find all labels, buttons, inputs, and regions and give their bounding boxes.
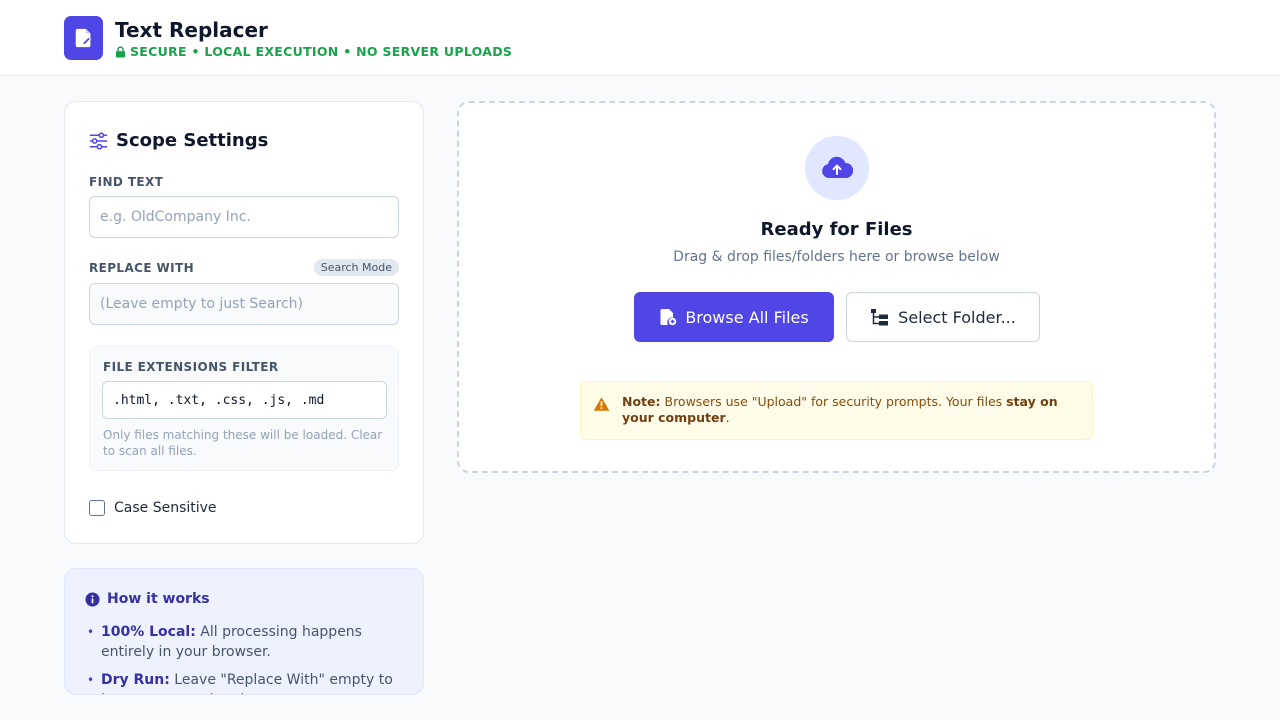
file-edit-icon bbox=[64, 16, 103, 60]
drop-zone-title: Ready for Files bbox=[760, 219, 913, 240]
extensions-filter-help: Only files matching these will be loaded… bbox=[103, 428, 383, 458]
security-text: SECURE • LOCAL EXECUTION • NO SERVER UPL… bbox=[130, 44, 513, 59]
list-item: Dry Run: Leave "Replace With" empty to j… bbox=[87, 670, 407, 694]
file-add-icon bbox=[660, 309, 677, 326]
lock-icon bbox=[115, 45, 126, 57]
select-folder-button[interactable]: Select Folder... bbox=[846, 292, 1040, 342]
folder-tree-icon bbox=[871, 309, 889, 326]
scope-settings-panel: Scope Settings FIND TEXT REPLACE WITH Se… bbox=[64, 101, 424, 544]
app-header: Text Replacer SECURE • LOCAL EXECUTION •… bbox=[0, 0, 1280, 76]
how-it-works-panel: How it works 100% Local: All processing … bbox=[64, 568, 424, 695]
find-text-input[interactable] bbox=[89, 196, 399, 238]
find-text-label: FIND TEXT bbox=[89, 175, 164, 189]
sliders-icon bbox=[89, 131, 108, 150]
case-sensitive-label[interactable]: Case Sensitive bbox=[114, 500, 217, 516]
how-it-works-title: How it works bbox=[107, 591, 210, 607]
case-sensitive-option[interactable]: Case Sensitive bbox=[89, 500, 217, 516]
note-prefix: Note: bbox=[622, 394, 661, 409]
extensions-filter-label: FILE EXTENSIONS FILTER bbox=[103, 360, 279, 374]
extensions-filter-box: FILE EXTENSIONS FILTER Only files matchi… bbox=[89, 346, 399, 471]
how-it-works-list: 100% Local: All processing happens entir… bbox=[87, 622, 407, 694]
how-item-title: 100% Local: bbox=[101, 624, 196, 640]
scope-settings-title: Scope Settings bbox=[116, 130, 269, 151]
how-item-title: Dry Run: bbox=[101, 672, 170, 688]
extensions-filter-input[interactable] bbox=[102, 381, 387, 419]
how-it-works-heading: How it works bbox=[85, 591, 210, 607]
browse-all-files-button[interactable]: Browse All Files bbox=[634, 292, 834, 342]
warning-icon bbox=[593, 397, 610, 411]
case-sensitive-checkbox[interactable] bbox=[89, 500, 105, 516]
replace-with-label: REPLACE WITH bbox=[89, 261, 195, 275]
replace-with-input[interactable] bbox=[89, 283, 399, 325]
info-icon bbox=[85, 591, 100, 607]
note-body: Browsers use "Upload" for security promp… bbox=[660, 394, 1007, 409]
browse-all-files-label[interactable]: Browse All Files bbox=[685, 308, 808, 327]
cloud-upload-icon bbox=[805, 136, 869, 200]
app-title: Text Replacer bbox=[115, 18, 268, 42]
select-folder-label[interactable]: Select Folder... bbox=[898, 308, 1016, 327]
search-mode-badge: Search Mode bbox=[313, 259, 399, 276]
security-banner: SECURE • LOCAL EXECUTION • NO SERVER UPL… bbox=[115, 44, 512, 59]
security-note: Note: Browsers use "Upload" for security… bbox=[580, 381, 1093, 440]
drop-zone-subtitle: Drag & drop files/folders here or browse… bbox=[673, 249, 1000, 265]
file-drop-zone[interactable]: Ready for Files Drag & drop files/folder… bbox=[457, 101, 1216, 473]
list-item: 100% Local: All processing happens entir… bbox=[87, 622, 407, 662]
security-note-text: Note: Browsers use "Upload" for security… bbox=[622, 394, 1084, 426]
note-suffix: . bbox=[725, 410, 730, 425]
scope-settings-heading: Scope Settings bbox=[89, 130, 268, 151]
